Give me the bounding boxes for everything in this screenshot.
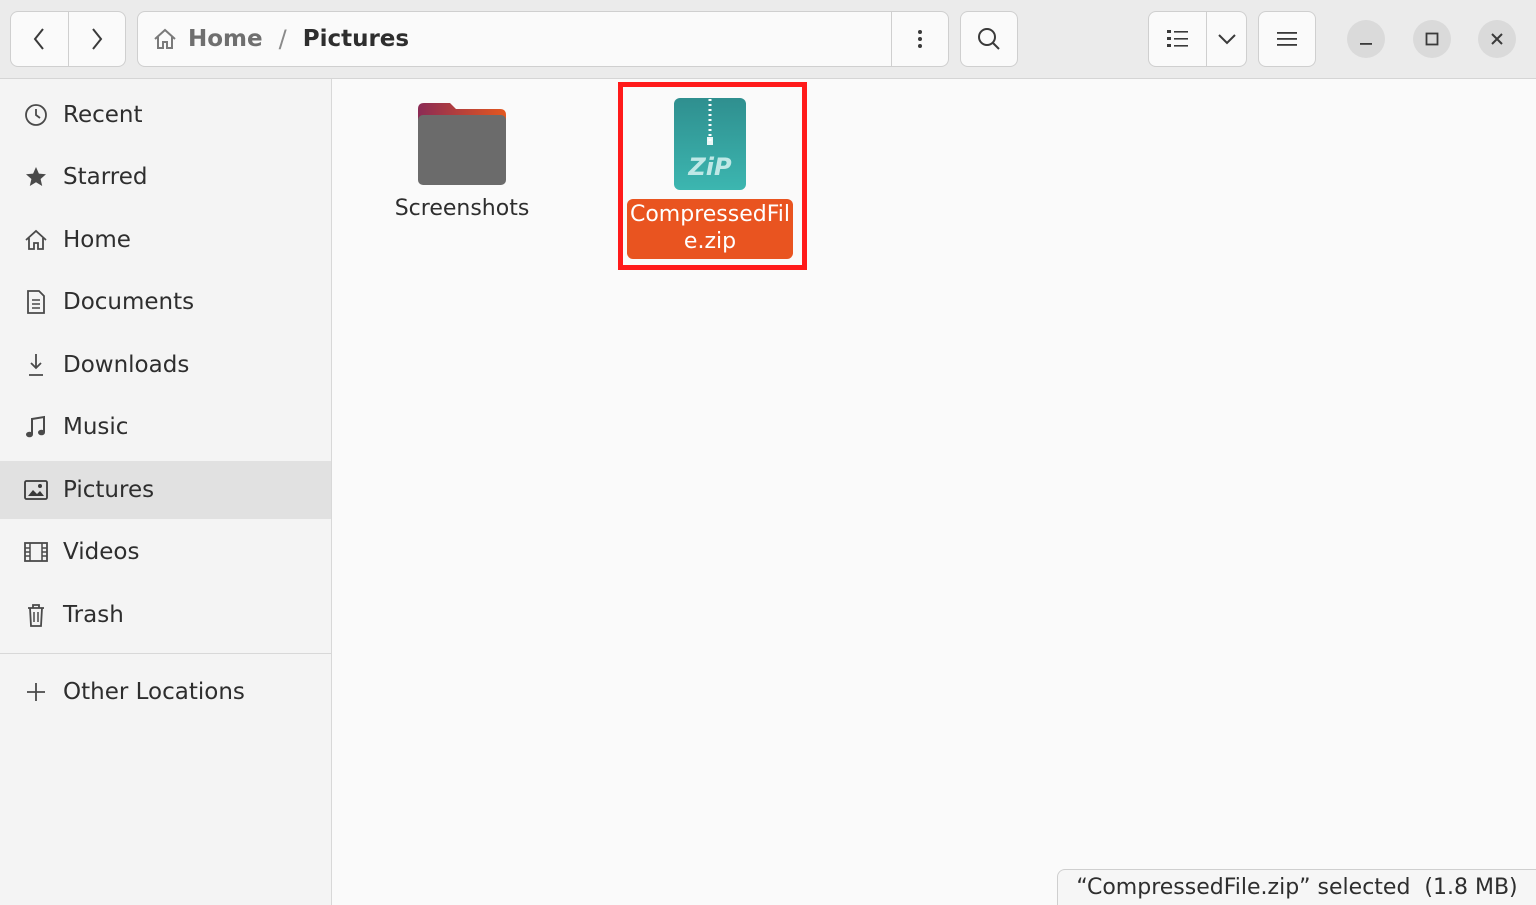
chevron-down-icon <box>1217 34 1236 45</box>
search-button[interactable] <box>960 11 1018 67</box>
breadcrumb-home[interactable]: Home <box>188 26 263 52</box>
sidebar-item-trash[interactable]: Trash <box>0 586 331 644</box>
home-icon <box>154 28 176 49</box>
file-view: Screenshots ZiP CompressedFile.zip <box>333 79 1536 905</box>
path-bar: Home / Pictures <box>137 11 949 67</box>
minimize-button[interactable] <box>1347 20 1385 58</box>
sidebar-item-label: Home <box>63 227 131 253</box>
sidebar-item-starred[interactable]: Starred <box>0 148 331 206</box>
film-icon <box>22 538 50 566</box>
list-view-button[interactable] <box>1149 12 1206 66</box>
star-icon <box>22 163 50 191</box>
main-menu-button[interactable] <box>1258 11 1316 67</box>
maximize-button[interactable] <box>1413 20 1451 58</box>
download-icon <box>22 351 50 379</box>
breadcrumb: Home / Pictures <box>152 12 409 66</box>
sidebar-item-pictures[interactable]: Pictures <box>0 461 331 519</box>
selection-highlight <box>618 82 807 270</box>
minimize-icon <box>1360 43 1372 45</box>
sidebar-item-label: Pictures <box>63 477 155 503</box>
breadcrumb-separator: / <box>278 25 287 53</box>
sidebar-item-label: Starred <box>63 164 148 190</box>
document-icon <box>22 288 50 316</box>
back-button[interactable] <box>11 12 68 66</box>
search-icon <box>978 28 1000 50</box>
music-note-icon <box>22 413 50 441</box>
close-button[interactable] <box>1478 20 1516 58</box>
sidebar-item-label: Videos <box>63 539 140 565</box>
file-item-screenshots[interactable]: Screenshots <box>378 97 546 223</box>
sidebar-item-recent[interactable]: Recent <box>0 86 331 144</box>
sidebar-item-videos[interactable]: Videos <box>0 523 331 581</box>
sidebar-item-label: Downloads <box>63 352 190 378</box>
sidebar-item-label: Documents <box>63 289 195 315</box>
navigation-buttons <box>10 11 126 67</box>
hamburger-menu-icon <box>1277 32 1297 46</box>
home-icon <box>22 226 50 254</box>
header-bar: Home / Pictures <box>0 0 1536 79</box>
folder-icon <box>418 103 506 185</box>
sidebar-item-home[interactable]: Home <box>0 211 331 269</box>
close-icon <box>1491 33 1503 45</box>
picture-icon <box>22 476 50 504</box>
view-options <box>1148 11 1247 67</box>
sidebar-item-label: Music <box>63 414 129 440</box>
chevron-right-icon <box>92 28 103 50</box>
file-name: Screenshots <box>394 196 530 221</box>
sidebar-item-music[interactable]: Music <box>0 398 331 456</box>
plus-icon <box>22 678 50 706</box>
maximize-icon <box>1425 32 1439 46</box>
breadcrumb-current[interactable]: Pictures <box>303 26 409 52</box>
status-bar: “CompressedFile.zip” selected (1.8 MB) <box>1057 869 1536 905</box>
kebab-menu-icon <box>918 30 922 48</box>
sidebar-divider <box>0 653 331 654</box>
sidebar-item-documents[interactable]: Documents <box>0 273 331 331</box>
chevron-left-icon <box>34 28 45 50</box>
view-dropdown-button[interactable] <box>1206 12 1246 66</box>
sidebar-item-other-locations[interactable]: Other Locations <box>0 663 331 721</box>
sidebar-item-label: Trash <box>63 602 124 628</box>
sidebar-item-downloads[interactable]: Downloads <box>0 336 331 394</box>
sidebar-item-label: Other Locations <box>63 679 245 705</box>
folder-menu-button[interactable] <box>891 12 948 66</box>
trash-icon <box>22 601 50 629</box>
sidebar: Recent Starred Home Documents Downloads … <box>0 79 332 905</box>
sidebar-item-label: Recent <box>63 102 143 128</box>
clock-icon <box>22 101 50 129</box>
list-view-icon <box>1166 30 1188 47</box>
forward-button[interactable] <box>67 12 125 66</box>
